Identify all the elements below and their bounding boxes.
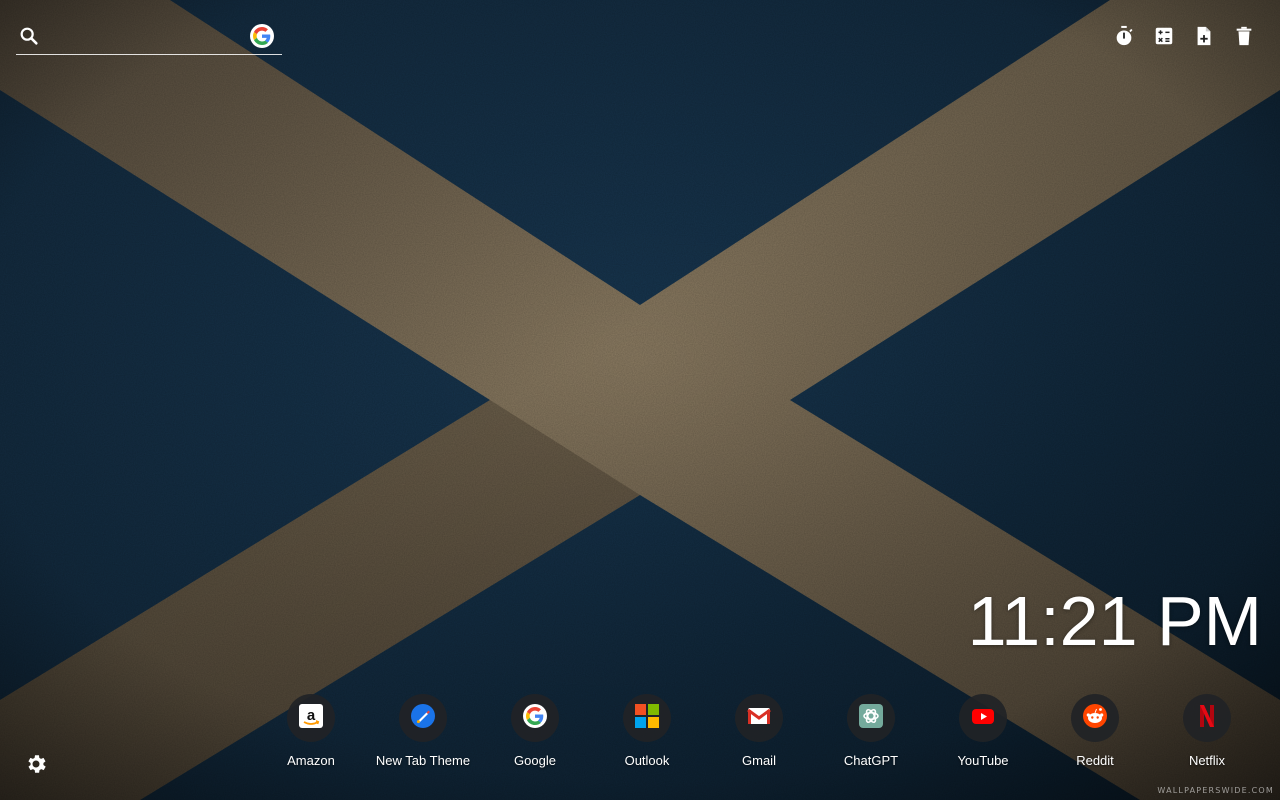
shortcut-icon-bg [511,694,559,742]
shortcut-label: Netflix [1188,753,1226,768]
svg-text:a: a [307,707,316,724]
wallpaper-background [0,0,1280,800]
netflix-icon [1195,704,1219,733]
shortcut-label: Outlook [624,753,670,768]
shortcut-label: Reddit [1076,753,1114,768]
shortcut-amazon[interactable]: a Amazon [255,694,367,774]
shortcut-google[interactable]: Google [479,694,591,774]
stopwatch-icon[interactable] [1112,24,1136,48]
calculator-icon[interactable] [1152,24,1176,48]
toolbar [1112,24,1256,48]
shortcut-youtube[interactable]: YouTube [927,694,1039,774]
shortcut-new-tab-theme[interactable]: New Tab Theme [367,694,479,774]
shortcut-gmail[interactable]: Gmail [703,694,815,774]
shortcut-icon-bg [735,694,783,742]
gmail-icon [747,704,771,733]
shortcut-label: Amazon [287,753,335,768]
shortcut-label: Google [514,753,556,768]
shortcut-icon-bg: a [287,694,335,742]
google-icon [523,703,547,733]
note-add-icon[interactable] [1192,24,1216,48]
google-g-icon[interactable] [250,24,274,48]
search-input[interactable] [50,22,244,52]
shortcut-label: Gmail [742,753,776,768]
trash-icon[interactable] [1232,24,1256,48]
shortcut-label: New Tab Theme [375,753,471,768]
new-tab-theme-icon [411,703,435,733]
shortcut-chatgpt[interactable]: ChatGPT [815,694,927,774]
clock-display: 11:21 PM [967,582,1262,660]
wallpaper-watermark: WALLPAPERSWIDE.COM [1157,786,1274,795]
outlook-icon [635,703,659,733]
shortcut-label: YouTube [957,753,1009,768]
shortcut-reddit[interactable]: Reddit [1039,694,1151,774]
shortcut-label: ChatGPT [843,753,899,768]
amazon-icon: a [299,703,323,733]
chatgpt-icon [859,703,883,733]
search-bar [16,18,282,55]
shortcut-outlook[interactable]: Outlook [591,694,703,774]
reddit-icon [1083,703,1107,733]
shortcut-icon-bg [1183,694,1231,742]
shortcut-netflix[interactable]: Netflix [1151,694,1263,774]
gear-icon[interactable] [24,752,48,776]
shortcut-icon-bg [623,694,671,742]
search-icon[interactable] [18,25,40,47]
shortcut-icon-bg [959,694,1007,742]
shortcut-icon-bg [399,694,447,742]
shortcut-icon-bg [847,694,895,742]
shortcut-icon-bg [1071,694,1119,742]
shortcuts-dock: a Amazon New Tab Theme Google Outlook Gm… [255,694,1263,774]
youtube-icon [971,704,995,733]
